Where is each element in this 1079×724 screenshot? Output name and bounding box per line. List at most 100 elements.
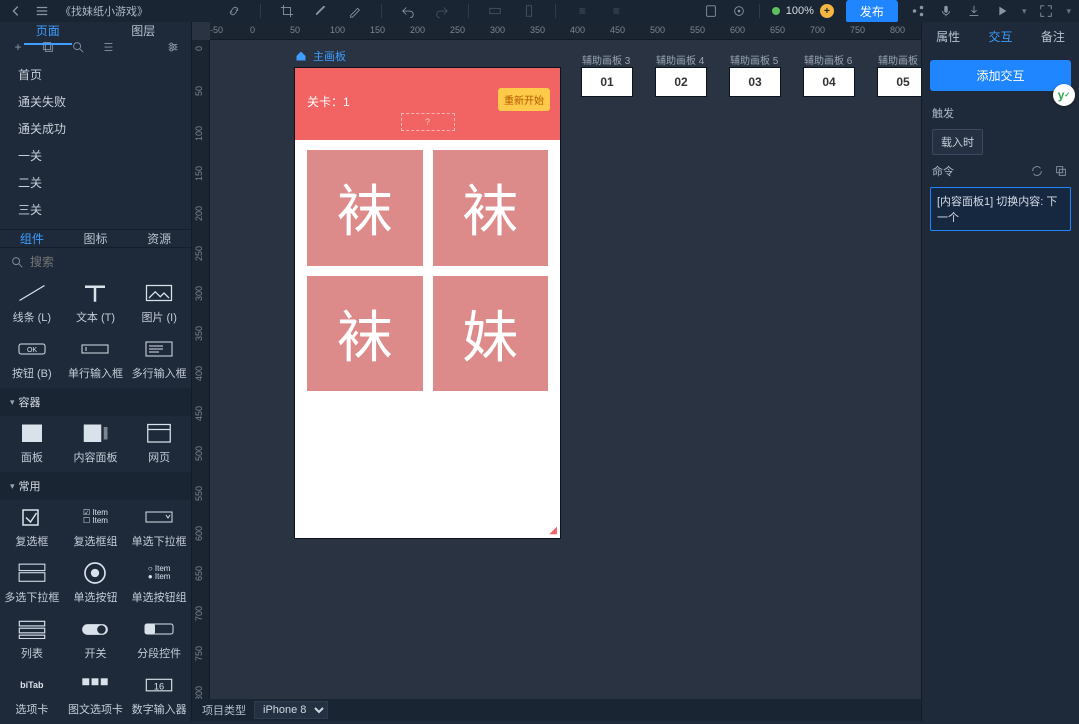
game-tile[interactable]: 妹 bbox=[433, 276, 549, 392]
device-select[interactable]: iPhone 8 bbox=[254, 701, 328, 719]
divider bbox=[759, 4, 760, 18]
copy-page-icon[interactable] bbox=[40, 39, 56, 55]
aux-artboard[interactable]: 03 bbox=[730, 68, 780, 96]
pen-icon[interactable] bbox=[313, 3, 329, 19]
comp-text[interactable]: 文本 (T) bbox=[64, 276, 128, 332]
play-icon[interactable] bbox=[994, 3, 1010, 19]
tab-assets[interactable]: 资源 bbox=[127, 230, 191, 247]
settings-icon[interactable] bbox=[165, 39, 181, 55]
fullscreen-icon[interactable] bbox=[1038, 3, 1054, 19]
mic-icon[interactable] bbox=[938, 3, 954, 19]
target-icon[interactable] bbox=[731, 3, 747, 19]
hint-placeholder[interactable]: ? bbox=[401, 113, 455, 131]
tab-layers[interactable]: 图层 bbox=[96, 22, 192, 39]
comp-line[interactable]: 线条 (L) bbox=[0, 276, 64, 332]
divider bbox=[468, 4, 469, 18]
svg-text:OK: OK bbox=[27, 347, 37, 354]
tab-properties[interactable]: 属性 bbox=[922, 28, 974, 45]
comp-checkgroup[interactable]: ☑ Item☐ Item复选框组 bbox=[64, 500, 128, 556]
page-item[interactable]: 通关成功 bbox=[0, 115, 191, 142]
align-h-icon[interactable] bbox=[487, 3, 503, 19]
publish-button[interactable]: 发布 bbox=[846, 0, 898, 23]
page-item[interactable]: 三关 bbox=[0, 196, 191, 223]
canvas[interactable]: -500501001502002503003504004505005506006… bbox=[192, 22, 921, 699]
zoom-control[interactable]: 100% + bbox=[772, 4, 834, 18]
device-icon[interactable] bbox=[703, 3, 719, 19]
comp-list[interactable]: 列表 bbox=[0, 612, 64, 668]
main-artboard[interactable]: 关卡：1 重新开始 ? 袜 袜 袜 妹 ◢ bbox=[295, 68, 560, 538]
component-search bbox=[0, 248, 191, 276]
tab-icons[interactable]: 图标 bbox=[64, 230, 128, 247]
zoom-plus-icon[interactable]: + bbox=[820, 4, 834, 18]
refresh-icon[interactable] bbox=[1029, 163, 1045, 179]
aux-artboard[interactable]: 02 bbox=[656, 68, 706, 96]
comp-panel[interactable]: 面板 bbox=[0, 416, 64, 472]
distribute-h-icon[interactable]: ≡ bbox=[574, 3, 590, 19]
restart-button[interactable]: 重新开始 bbox=[498, 88, 550, 111]
add-page-icon[interactable]: + bbox=[10, 39, 26, 55]
left-panel: 页面 图层 + 首页 通关失败 通关成功 一关 二关 三关 组件 bbox=[0, 22, 192, 721]
artboard-header: 关卡：1 重新开始 ? bbox=[295, 68, 560, 140]
link-icon[interactable] bbox=[226, 3, 242, 19]
comp-segment[interactable]: 分段控件 bbox=[127, 612, 191, 668]
comp-checkbox[interactable]: 复选框 bbox=[0, 500, 64, 556]
download-icon[interactable] bbox=[966, 3, 982, 19]
section-container[interactable]: 容器 bbox=[0, 388, 191, 416]
comp-button[interactable]: OK按钮 (B) bbox=[0, 332, 64, 388]
share-icon[interactable] bbox=[910, 3, 926, 19]
command-row[interactable]: [内容面板1] 切换内容: 下一个 bbox=[930, 187, 1071, 231]
section-common[interactable]: 常用 bbox=[0, 472, 191, 500]
comp-content-panel[interactable]: 内容面板 bbox=[64, 416, 128, 472]
tab-notes[interactable]: 备注 bbox=[1027, 28, 1079, 45]
aux-artboard[interactable]: 05 bbox=[878, 68, 921, 96]
tab-interaction[interactable]: 交互 bbox=[974, 28, 1026, 45]
page-item[interactable]: 通关失败 bbox=[0, 88, 191, 115]
list-view-icon[interactable] bbox=[100, 39, 116, 55]
page-item[interactable]: 一关 bbox=[0, 142, 191, 169]
top-toolbar: 《找妹纸小游戏》 ≡ ≡ 100% + bbox=[0, 0, 1079, 22]
add-interaction-button[interactable]: 添加交互 bbox=[930, 60, 1071, 91]
page-item[interactable]: 首页 bbox=[0, 61, 191, 88]
comp-textarea[interactable]: 多行输入框 bbox=[127, 332, 191, 388]
help-badge[interactable]: y✓ bbox=[1053, 84, 1075, 106]
zoom-value: 100% bbox=[786, 5, 814, 17]
aux-artboard[interactable]: 01 bbox=[582, 68, 632, 96]
comp-select[interactable]: 单选下拉框 bbox=[127, 500, 191, 556]
search-page-icon[interactable] bbox=[70, 39, 86, 55]
edit-icon[interactable] bbox=[347, 3, 363, 19]
breadcrumb[interactable]: 主画板 bbox=[295, 48, 346, 64]
comp-multiselect[interactable]: 多选下拉框 bbox=[0, 556, 64, 612]
trigger-chip[interactable]: 载入时 bbox=[932, 129, 983, 155]
comp-input[interactable]: 单行输入框 bbox=[64, 332, 128, 388]
tab-components[interactable]: 组件 bbox=[0, 230, 64, 247]
ruler-vertical: 0501001502002503003504004505005506006507… bbox=[192, 40, 210, 699]
comp-image[interactable]: 图片 (I) bbox=[127, 276, 191, 332]
back-icon[interactable] bbox=[8, 3, 24, 19]
game-tile[interactable]: 袜 bbox=[307, 150, 423, 266]
comp-radio[interactable]: 单选按钮 bbox=[64, 556, 128, 612]
svg-text:16: 16 bbox=[154, 682, 164, 692]
redo-icon[interactable] bbox=[434, 3, 450, 19]
comp-number[interactable]: 16数字输入器 bbox=[127, 668, 191, 724]
distribute-v-icon[interactable]: ≡ bbox=[608, 3, 624, 19]
tab-pages[interactable]: 页面 bbox=[0, 22, 96, 39]
tile-grid: 袜 袜 袜 妹 bbox=[307, 150, 548, 391]
comp-web[interactable]: 网页 bbox=[127, 416, 191, 472]
copy-icon[interactable] bbox=[1053, 163, 1069, 179]
level-text: 关卡：1 bbox=[307, 93, 350, 110]
aux-artboard[interactable]: 04 bbox=[804, 68, 854, 96]
game-tile[interactable]: 袜 bbox=[307, 276, 423, 392]
comp-imgtab[interactable]: 图文选项卡 bbox=[64, 668, 128, 724]
undo-icon[interactable] bbox=[400, 3, 416, 19]
page-item[interactable]: 二关 bbox=[0, 169, 191, 196]
comp-switch[interactable]: 开关 bbox=[64, 612, 128, 668]
resize-handle-icon[interactable]: ◢ bbox=[549, 525, 557, 536]
align-v-icon[interactable] bbox=[521, 3, 537, 19]
crop-icon[interactable] bbox=[279, 3, 295, 19]
comp-tab[interactable]: biTab选项卡 bbox=[0, 668, 64, 724]
game-tile[interactable]: 袜 bbox=[433, 150, 549, 266]
ruler-horizontal: -500501001502002503003504004505005506006… bbox=[210, 22, 921, 40]
comp-radiogroup[interactable]: ○ Item● Item单选按钮组 bbox=[127, 556, 191, 612]
search-input[interactable] bbox=[30, 255, 185, 269]
menu-icon[interactable] bbox=[34, 3, 50, 19]
